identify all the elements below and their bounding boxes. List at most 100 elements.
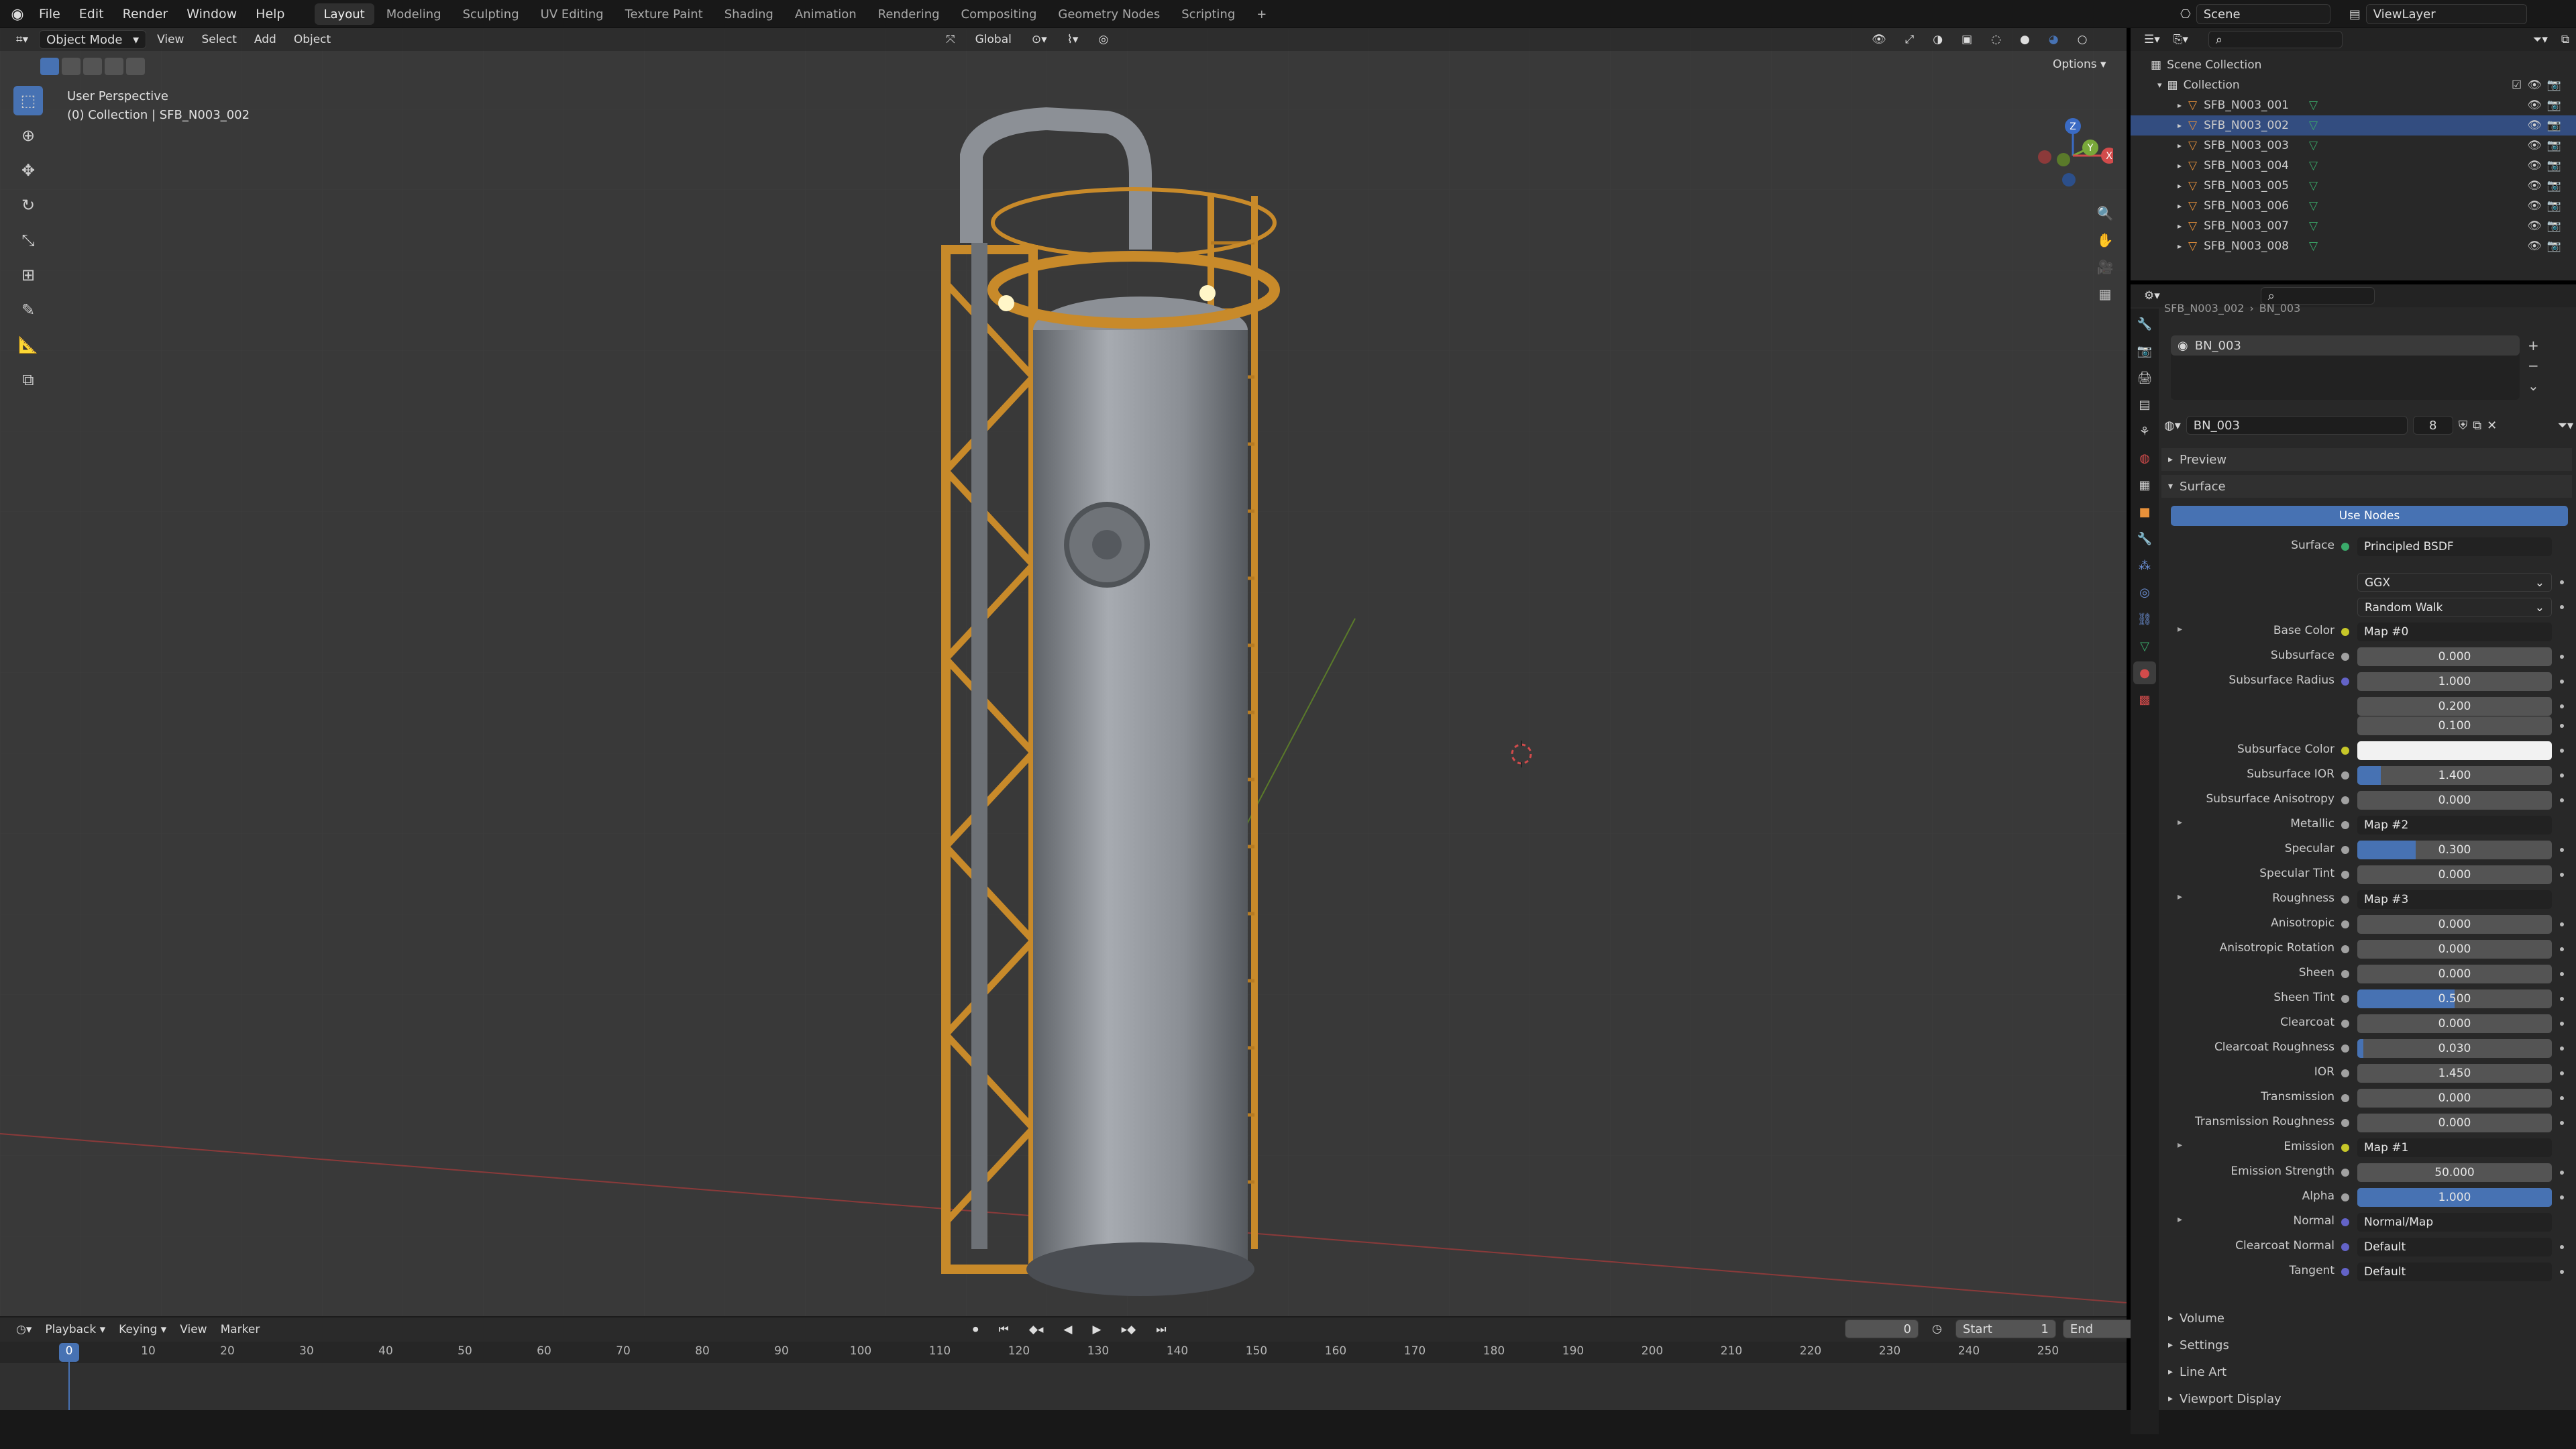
next-key-icon[interactable]: ▸◆ xyxy=(1115,1320,1143,1339)
fake-user-icon[interactable]: ⛨ xyxy=(2459,419,2468,433)
keyframe-dot-icon[interactable] xyxy=(2560,1171,2564,1175)
tab-modeling[interactable]: Modeling xyxy=(377,3,451,25)
visibility-toggles[interactable]: 👁📷 xyxy=(2527,219,2567,233)
visibility-toggles[interactable]: 👁📷 xyxy=(2527,119,2567,132)
scene-collection-row[interactable]: ▦ Scene Collection xyxy=(2131,55,2576,75)
material-name-field[interactable]: BN_003 xyxy=(2186,416,2408,435)
material-browse-icon[interactable]: ◍▾ xyxy=(2164,419,2181,433)
orientation-selector[interactable]: Global xyxy=(969,30,1018,49)
tab-uv-editing[interactable]: UV Editing xyxy=(531,3,613,25)
render-tab-icon[interactable]: 📷 xyxy=(2133,339,2156,362)
visibility-toggles[interactable]: 👁📷 xyxy=(2527,159,2567,172)
collection-toggles[interactable]: ☑👁📷 xyxy=(2512,78,2567,92)
visibility-toggles[interactable]: 👁📷 xyxy=(2527,199,2567,213)
expand-arrow-icon[interactable]: ▸ xyxy=(2178,201,2182,211)
linked-input-field[interactable]: Map #0 xyxy=(2357,623,2552,641)
jump-start-icon[interactable]: ⏮ xyxy=(992,1320,1016,1339)
visibility-toggles[interactable]: 👁📷 xyxy=(2527,179,2567,193)
select-subtract-icon[interactable] xyxy=(83,58,102,75)
3d-viewport[interactable]: ⌗▾ Object Mode ▾ View Select Add Object ⤧… xyxy=(0,28,2127,1316)
expand-arrow-icon[interactable]: ▸ xyxy=(2178,892,2182,902)
wireframe-shading-icon[interactable]: ◌ xyxy=(1984,30,2008,49)
tool-tab-icon[interactable]: 🔧 xyxy=(2133,313,2156,335)
number-slider[interactable]: 0.100 xyxy=(2357,716,2552,735)
world-tab-icon[interactable]: ◍ xyxy=(2133,447,2156,470)
use-nodes-button[interactable]: Use Nodes xyxy=(2171,506,2568,526)
number-slider[interactable]: 0.030 xyxy=(2357,1039,2552,1058)
outliner-object-row[interactable]: ▸ ▽ SFB_N003_003 ▽ 👁📷 xyxy=(2131,136,2576,156)
material-slot-row[interactable]: ◉ BN_003 xyxy=(2171,335,2520,356)
material-slot-list[interactable]: ◉ BN_003 xyxy=(2171,335,2520,400)
color-swatch[interactable] xyxy=(2357,741,2552,760)
menu-window[interactable]: Window xyxy=(177,0,246,28)
zoom-icon[interactable]: 🔍 xyxy=(2092,200,2118,227)
keyframe-dot-icon[interactable] xyxy=(2560,947,2564,951)
expand-arrow-icon[interactable]: ▸ xyxy=(2178,1140,2182,1150)
panel-surface[interactable]: ▾ Surface xyxy=(2161,475,2572,498)
move-tool[interactable]: ✥ xyxy=(13,156,43,185)
expand-arrow-icon[interactable]: ▸ xyxy=(2178,624,2182,635)
rendered-shading-icon[interactable]: ○ xyxy=(2071,30,2094,49)
outliner-object-row[interactable]: ▸ ▽ SFB_N003_005 ▽ 👁📷 xyxy=(2131,176,2576,196)
number-slider[interactable]: 1.450 xyxy=(2357,1064,2552,1083)
select-intersect-icon[interactable] xyxy=(126,58,145,75)
keyframe-dot-icon[interactable] xyxy=(2560,798,2564,802)
gizmo-toggle-icon[interactable]: ⤢ xyxy=(1898,30,1921,49)
editor-type-icon[interactable]: ⌗▾ xyxy=(9,30,35,49)
menu-edit[interactable]: Edit xyxy=(70,0,113,28)
expand-arrow-icon[interactable]: ▸ xyxy=(2178,817,2182,828)
camera-view-icon[interactable]: 🎥 xyxy=(2092,254,2118,280)
number-slider[interactable]: 1.400 xyxy=(2357,766,2552,785)
material-tab-icon[interactable]: ● xyxy=(2133,661,2156,684)
measure-tool[interactable]: 📐 xyxy=(13,330,43,360)
expand-arrow-icon[interactable]: ▾ xyxy=(2157,80,2162,91)
new-collection-icon[interactable]: ⧉ xyxy=(2555,30,2576,49)
pan-hand-icon[interactable]: ✋ xyxy=(2092,227,2118,254)
keyframe-dot-icon[interactable] xyxy=(2560,749,2564,753)
keyframe-dot-icon[interactable] xyxy=(2560,997,2564,1001)
slot-menu-icon[interactable]: ⌄ xyxy=(2528,376,2539,396)
view-layer-tab-icon[interactable]: ▤ xyxy=(2133,393,2156,416)
scene-selector[interactable]: Scene xyxy=(2196,4,2330,24)
linked-input-field[interactable]: Default xyxy=(2357,1238,2552,1256)
number-slider[interactable]: 0.000 xyxy=(2357,1089,2552,1108)
ortho-grid-icon[interactable]: ▦ xyxy=(2092,280,2118,307)
number-slider[interactable]: 0.000 xyxy=(2357,865,2552,884)
material-shading-icon[interactable]: ◕ xyxy=(2042,30,2065,49)
cursor-tool[interactable]: ⊕ xyxy=(13,121,43,150)
select-extend-icon[interactable] xyxy=(62,58,80,75)
record-icon[interactable]: ⏺ xyxy=(966,1320,985,1339)
options-button[interactable]: Options ▾ xyxy=(2046,55,2113,74)
visibility-icon[interactable]: 👁 xyxy=(1865,30,1893,49)
mode-selector[interactable]: Object Mode ▾ xyxy=(39,30,147,49)
menu-keying[interactable]: Keying ▾ xyxy=(112,1320,173,1339)
unlink-icon[interactable]: ✕ xyxy=(2487,419,2497,433)
linked-input-field[interactable]: Map #1 xyxy=(2357,1138,2552,1157)
data-tab-icon[interactable]: ▽ xyxy=(2133,635,2156,657)
outliner-object-row[interactable]: ▸ ▽ SFB_N003_006 ▽ 👁📷 xyxy=(2131,196,2576,216)
menu-file[interactable]: File xyxy=(30,0,70,28)
keyframe-dot-icon[interactable] xyxy=(2560,1121,2564,1125)
outliner-editor-icon[interactable]: ☰▾ xyxy=(2137,30,2167,49)
linked-input-field[interactable]: Map #3 xyxy=(2357,890,2552,909)
keyframe-dot-icon[interactable] xyxy=(2560,922,2564,926)
menu-marker[interactable]: Marker xyxy=(214,1320,267,1339)
texture-tab-icon[interactable]: ▩ xyxy=(2133,688,2156,711)
outliner-object-row[interactable]: ▸ ▽ SFB_N003_002 ▽ 👁📷 xyxy=(2131,115,2576,136)
tab-rendering[interactable]: Rendering xyxy=(869,3,949,25)
number-slider[interactable]: 0.000 xyxy=(2357,940,2552,959)
xray-icon[interactable]: ▣ xyxy=(1955,30,1979,49)
keyframe-dot-icon[interactable] xyxy=(2560,848,2564,852)
menu-help[interactable]: Help xyxy=(246,0,294,28)
number-slider[interactable]: 0.500 xyxy=(2357,989,2552,1008)
display-mode-icon[interactable]: ⎘▾ xyxy=(2167,30,2195,49)
menu-object[interactable]: Object xyxy=(287,30,337,49)
expand-arrow-icon[interactable]: ▸ xyxy=(2178,141,2182,150)
menu-render[interactable]: Render xyxy=(113,0,178,28)
menu-timeline-view[interactable]: View xyxy=(173,1320,213,1339)
navigation-gizmo[interactable]: Z Y X xyxy=(2033,115,2117,196)
panel-preview[interactable]: ▸ Preview xyxy=(2161,448,2572,471)
start-frame-field[interactable]: Start 1 xyxy=(1955,1320,2056,1338)
keyframe-dot-icon[interactable] xyxy=(2560,704,2564,708)
blender-logo-icon[interactable]: ◉ xyxy=(5,6,30,23)
